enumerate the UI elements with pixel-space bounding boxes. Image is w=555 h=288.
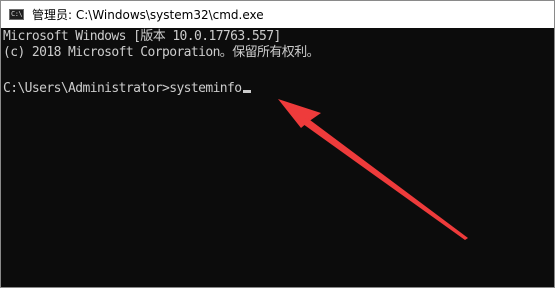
console-output[interactable]: Microsoft Windows [版本 10.0.17763.557] (c…	[1, 28, 554, 287]
window-title: 管理员: C:\Windows\system32\cmd.exe	[32, 8, 264, 22]
command-line[interactable]: C:\Users\Administrator>systeminfo	[3, 81, 251, 97]
console-line-version: Microsoft Windows [版本 10.0.17763.557]	[3, 29, 281, 44]
text-cursor	[242, 90, 251, 93]
command-input[interactable]: systeminfo	[169, 81, 242, 96]
cmd-icon-glyph: C:\	[11, 10, 23, 18]
cmd-window: C:\ 管理员: C:\Windows\system32\cmd.exe Mic…	[0, 0, 555, 288]
prompt-text: C:\Users\Administrator>	[3, 81, 170, 96]
console-line-copyright: (c) 2018 Microsoft Corporation。保留所有权利。	[3, 45, 320, 60]
title-bar[interactable]: C:\ 管理员: C:\Windows\system32\cmd.exe	[1, 1, 554, 28]
cmd-icon[interactable]: C:\	[9, 9, 24, 20]
